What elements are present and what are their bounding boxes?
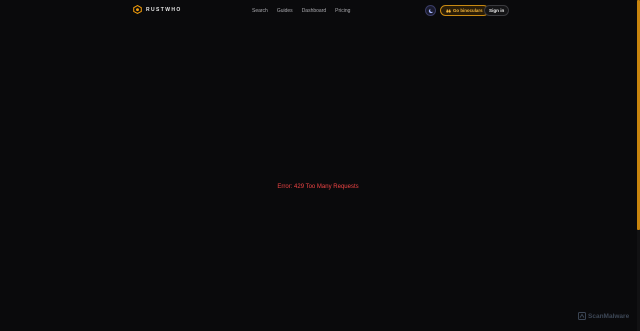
watermark-text: ScanMalware: [588, 312, 630, 320]
nav-link-dashboard[interactable]: Dashboard: [302, 8, 326, 14]
nav-link-pricing[interactable]: Pricing: [335, 8, 350, 14]
error-message: Error: 429 Too Many Requests: [277, 184, 359, 190]
go-binoculars-button[interactable]: Go binoculars: [440, 5, 489, 16]
brand-name: RUSTWHO: [146, 6, 182, 13]
nav-link-guides[interactable]: Guides: [277, 8, 293, 14]
moon-icon: [428, 7, 434, 14]
binoculars-icon: [446, 8, 451, 13]
sign-in-label: Sign in: [489, 8, 505, 13]
nav-link-search[interactable]: Search: [252, 8, 268, 14]
brand-logo-link[interactable]: RUSTWHO: [133, 5, 182, 14]
scanmalware-watermark: ScanMalware: [578, 312, 629, 320]
theme-toggle-button[interactable]: [425, 5, 436, 16]
go-binoculars-label: Go binoculars: [453, 8, 483, 13]
scanmalware-logo-icon: [578, 312, 586, 320]
sign-in-button[interactable]: Sign in: [484, 5, 510, 16]
page: RUSTWHO Search Guides Dashboard Pricing: [0, 0, 640, 331]
rustwho-logo-icon: [133, 5, 142, 14]
navbar: RUSTWHO Search Guides Dashboard Pricing: [0, 0, 636, 21]
main-nav: Search Guides Dashboard Pricing: [252, 8, 350, 14]
